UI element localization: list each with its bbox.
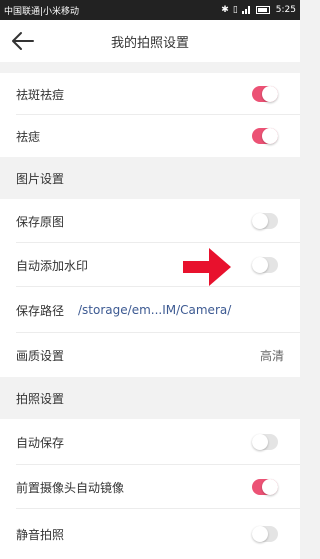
save-path-label: 保存路径: [16, 303, 65, 318]
red-arrow-icon: [183, 248, 231, 286]
save-original-label: 保存原图: [16, 214, 65, 229]
front-mirror-label: 前置摄像头自动镜像: [16, 480, 125, 495]
photo-settings-title: 拍照设置: [16, 391, 65, 406]
status-bar: 中国联通|小米移动 ✱ ▯ 5:25: [0, 0, 300, 20]
save-original-toggle[interactable]: [252, 213, 278, 229]
auto-save-row: 自动保存: [0, 419, 300, 465]
battery-icon: [255, 6, 270, 14]
image-settings-title: 图片设置: [16, 171, 65, 186]
quality-value: 高清: [259, 348, 284, 363]
freckle-setting-row: 祛斑祛痘: [0, 73, 300, 115]
page-title: 我的拍照设置: [110, 35, 189, 51]
save-original-row: 保存原图: [0, 199, 300, 243]
quality-row[interactable]: 画质设置 高清: [0, 333, 300, 377]
image-settings-header: 图片设置: [0, 157, 300, 199]
vibrate-icon: ▯: [232, 5, 238, 15]
clock-text: 5:25: [275, 5, 296, 15]
mole-label: 祛痣: [16, 129, 41, 144]
header-bar: 我的拍照设置: [0, 20, 300, 62]
signal-icon: [241, 6, 252, 14]
freckle-toggle[interactable]: [252, 86, 278, 102]
carrier-text: 中国联通|小米移动: [4, 6, 80, 17]
mute-toggle[interactable]: [252, 526, 278, 542]
auto-save-toggle[interactable]: [252, 434, 278, 450]
mute-label: 静音拍照: [16, 527, 65, 542]
watermark-toggle[interactable]: [252, 257, 278, 273]
front-mirror-row: 前置摄像头自动镜像: [0, 465, 300, 509]
watermark-row: 自动添加水印: [0, 243, 300, 287]
save-path-value: /storage/em...IM/Camera/: [78, 303, 232, 317]
front-mirror-toggle[interactable]: [252, 479, 278, 495]
watermark-label: 自动添加水印: [16, 258, 89, 273]
bluetooth-icon: ✱: [221, 5, 229, 15]
mole-setting-row: 祛痣: [0, 115, 300, 157]
photo-settings-header: 拍照设置: [0, 377, 300, 419]
save-path-row[interactable]: 保存路径 /storage/em...IM/Camera/: [0, 287, 300, 333]
freckle-label: 祛斑祛痘: [16, 87, 65, 102]
quality-label: 画质设置: [16, 348, 65, 363]
mole-toggle[interactable]: [252, 128, 278, 144]
back-arrow-icon[interactable]: [10, 29, 36, 53]
mute-row: 静音拍照: [0, 509, 300, 559]
auto-save-label: 自动保存: [16, 435, 65, 450]
